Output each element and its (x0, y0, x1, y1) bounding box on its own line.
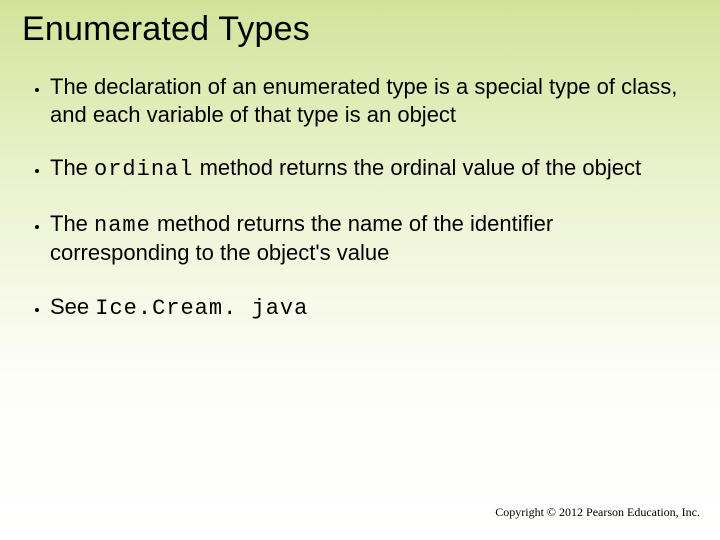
slide-title: Enumerated Types (22, 10, 698, 49)
slide: Enumerated Types The declaration of an e… (0, 0, 720, 540)
copyright-footer: Copyright © 2012 Pearson Education, Inc. (495, 505, 700, 520)
bullet-list: The declaration of an enumerated type is… (22, 73, 698, 322)
bullet-4-text-pre: See (50, 294, 95, 319)
bullet-item-2: The ordinal method returns the ordinal v… (50, 154, 688, 184)
code-ordinal: ordinal (94, 157, 193, 182)
code-filename: Ice.Cream. java (95, 296, 308, 321)
bullet-2-text-post: method returns the ordinal value of the … (193, 155, 641, 180)
bullet-2-text-pre: The (50, 155, 94, 180)
bullet-item-1: The declaration of an enumerated type is… (50, 73, 688, 128)
bullet-3-text-pre: The (50, 211, 94, 236)
bullet-item-3: The name method returns the name of the … (50, 210, 688, 267)
code-name: name (94, 213, 151, 238)
bullet-item-4: See Ice.Cream. java (50, 293, 688, 323)
